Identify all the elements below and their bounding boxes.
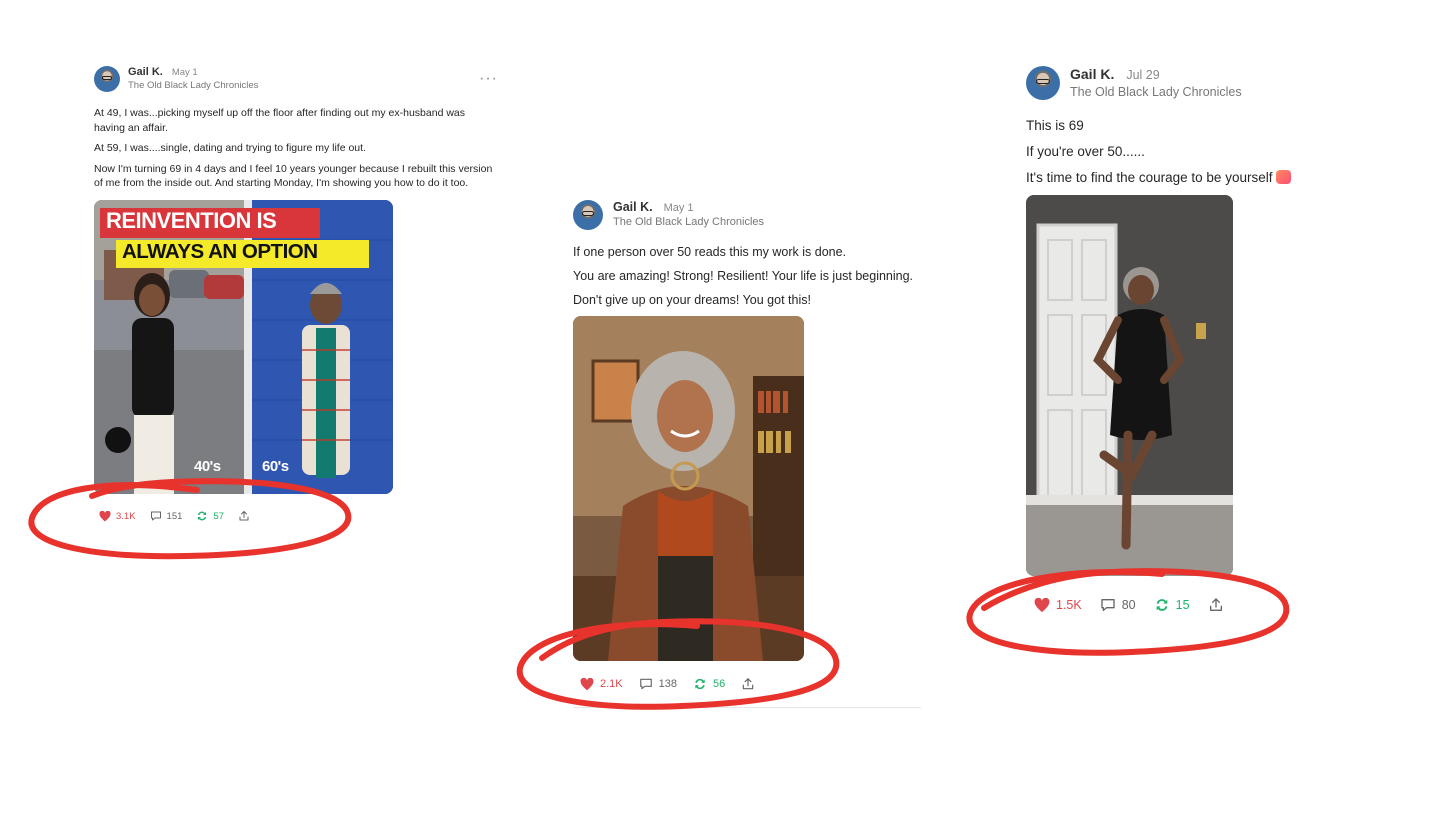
publication-name[interactable]: The Old Black Lady Chronicles bbox=[613, 216, 764, 228]
restack-icon bbox=[1156, 599, 1167, 611]
restack-icon bbox=[198, 511, 207, 521]
author-avatar[interactable] bbox=[1026, 66, 1060, 100]
like-count: 3.1K bbox=[116, 510, 136, 522]
post-card: Gail K. May 1 The Old Black Lady Chronic… bbox=[573, 200, 921, 708]
comment-count: 151 bbox=[166, 510, 183, 522]
post-image[interactable] bbox=[1026, 195, 1233, 576]
comment-icon bbox=[639, 678, 652, 690]
share-icon bbox=[239, 511, 249, 521]
post-paragraph: This is 69 bbox=[1026, 118, 1084, 133]
post-paragraph: At 49, I was...picking myself up off the… bbox=[94, 107, 465, 134]
post-body: If one person over 50 reads this my work… bbox=[573, 244, 921, 308]
share-icon bbox=[743, 678, 754, 690]
comment-count: 138 bbox=[658, 678, 677, 690]
restack-button[interactable]: 15 bbox=[1154, 597, 1190, 613]
post-paragraph: If you're over 50...... bbox=[1026, 144, 1145, 159]
author-name[interactable]: Gail K. bbox=[1070, 66, 1114, 82]
comment-count: 80 bbox=[1121, 598, 1136, 612]
post-paragraph: You are amazing! Strong! Resilient! Your… bbox=[573, 269, 914, 283]
portrait-photo bbox=[573, 316, 804, 661]
party-emoji-icon bbox=[1276, 170, 1292, 184]
restack-icon bbox=[695, 678, 705, 690]
like-button[interactable]: 2.1K bbox=[580, 677, 623, 691]
publication-name[interactable]: The Old Black Lady Chronicles bbox=[128, 80, 258, 91]
paragraph-text: It's time to find the courage to be your… bbox=[1026, 170, 1273, 185]
post-body: At 49, I was...picking myself up off the… bbox=[94, 106, 498, 191]
comment-icon bbox=[150, 511, 161, 521]
comment-button[interactable]: 138 bbox=[639, 677, 677, 691]
post-card: Gail K. Jul 29 The Old Black Lady Chroni… bbox=[1026, 66, 1326, 612]
post-date[interactable]: Jul 29 bbox=[1126, 68, 1159, 82]
like-count: 2.1K bbox=[600, 678, 623, 690]
comment-icon bbox=[1101, 599, 1115, 611]
post-card: Gail K. May 1 The Old Black Lady Chronic… bbox=[94, 66, 498, 522]
share-button[interactable] bbox=[741, 677, 755, 691]
post-divider bbox=[573, 707, 921, 708]
headline-line-2: ALWAYS AN OPTION bbox=[122, 239, 318, 263]
like-button[interactable]: 1.5K bbox=[1034, 597, 1082, 613]
post-date[interactable]: May 1 bbox=[172, 67, 198, 78]
comment-button[interactable]: 151 bbox=[150, 510, 183, 522]
author-avatar[interactable] bbox=[573, 200, 603, 230]
author-name[interactable]: Gail K. bbox=[128, 66, 163, 78]
more-options-icon[interactable]: ··· bbox=[479, 70, 498, 88]
share-button[interactable] bbox=[1208, 597, 1224, 613]
like-count: 1.5K bbox=[1056, 598, 1082, 612]
post-paragraph: Now I'm turning 69 in 4 days and I feel … bbox=[94, 162, 493, 190]
like-button[interactable]: 3.1K bbox=[99, 510, 136, 522]
author-avatar[interactable] bbox=[94, 66, 120, 92]
heart-icon bbox=[580, 677, 594, 690]
restack-count: 15 bbox=[1175, 598, 1190, 612]
post-image[interactable] bbox=[573, 316, 804, 661]
share-icon bbox=[1209, 598, 1222, 611]
post-actions: 2.1K 138 56 bbox=[580, 677, 771, 691]
post-image[interactable]: REINVENTION IS ALWAYS AN OPTION 40's 60'… bbox=[94, 199, 393, 494]
post-header: Gail K. May 1 The Old Black Lady Chronic… bbox=[94, 66, 498, 92]
restack-count: 56 bbox=[713, 678, 726, 690]
restack-button[interactable]: 56 bbox=[693, 677, 725, 691]
comment-button[interactable]: 80 bbox=[1100, 597, 1136, 613]
restack-count: 57 bbox=[213, 510, 224, 522]
post-paragraph: It's time to find the courage to be your… bbox=[1026, 169, 1326, 186]
restack-button[interactable]: 57 bbox=[196, 510, 224, 522]
publication-name[interactable]: The Old Black Lady Chronicles bbox=[1070, 85, 1242, 99]
heart-icon bbox=[99, 510, 111, 521]
post-paragraph: Don't give up on your dreams! You got th… bbox=[573, 293, 811, 307]
headline-line-1: REINVENTION IS bbox=[106, 207, 277, 233]
post-actions: 1.5K 80 15 bbox=[1034, 597, 1242, 613]
post-body: This is 69 If you're over 50...... It's … bbox=[1026, 117, 1326, 186]
post-paragraph: If one person over 50 reads this my work… bbox=[573, 245, 847, 259]
post-actions: 3.1K 151 57 bbox=[99, 510, 264, 522]
share-button[interactable] bbox=[238, 510, 250, 522]
post-header: Gail K. May 1 The Old Black Lady Chronic… bbox=[573, 200, 921, 230]
full-body-photo bbox=[1026, 195, 1233, 576]
heart-icon bbox=[1034, 597, 1050, 612]
post-header: Gail K. Jul 29 The Old Black Lady Chroni… bbox=[1026, 66, 1326, 100]
author-name[interactable]: Gail K. bbox=[613, 200, 653, 214]
right-age-label: 60's bbox=[262, 457, 289, 475]
post-paragraph: At 59, I was....single, dating and tryin… bbox=[94, 142, 366, 154]
post-date[interactable]: May 1 bbox=[664, 202, 694, 214]
